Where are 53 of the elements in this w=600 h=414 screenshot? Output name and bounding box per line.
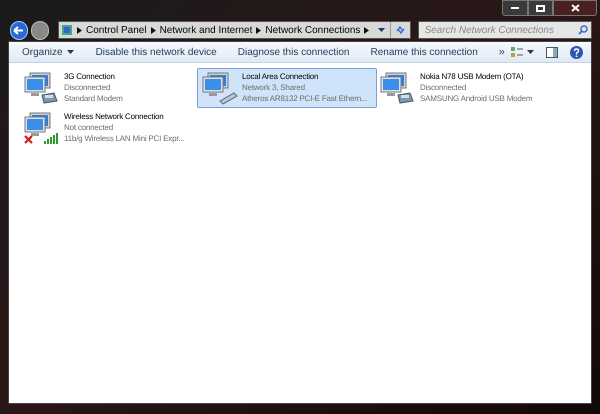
- arrow-icon: [76, 26, 82, 34]
- forward-button[interactable]: [30, 20, 49, 40]
- close-button[interactable]: [553, 0, 597, 16]
- connection-item[interactable]: Local Area Connection Network 3, Shared Atheros AR8132 PCI-E Fast Ethern...: [197, 68, 377, 108]
- connection-status: Disconnected: [420, 82, 468, 93]
- device-name: 11b/g Wireless LAN Mini PCI Expr...: [64, 133, 184, 144]
- close-icon: [570, 4, 580, 12]
- connection-name: Local Area Connection: [242, 71, 320, 82]
- search-icon: [578, 25, 588, 35]
- search-input[interactable]: Search Network Connections: [424, 22, 578, 38]
- back-button[interactable]: [10, 20, 28, 40]
- arrow-icon: [256, 26, 262, 34]
- search-field[interactable]: Search Network Connections: [418, 21, 592, 39]
- connection-status: Disconnected: [64, 82, 112, 93]
- device-name: SAMSUNG Android USB Modem: [420, 93, 532, 104]
- refresh-icon: [395, 25, 406, 35]
- control-panel-icon: [60, 24, 73, 36]
- maximize-icon: [536, 4, 545, 12]
- breadcrumb-item[interactable]: Network and Internet: [160, 22, 252, 38]
- arrow-icon: [364, 26, 370, 34]
- computer-modem-icon: [24, 71, 60, 105]
- arrow-icon: [150, 26, 156, 34]
- computer-modem-icon: [380, 71, 416, 105]
- caret-icon: [66, 50, 74, 54]
- connection-name: Wireless Network Connection: [64, 111, 165, 122]
- computer-signal-bars-icon: [24, 111, 60, 145]
- connection-name: Nokia N78 USB Modem (OTA): [420, 71, 524, 82]
- dropdown-icon: [378, 28, 386, 32]
- more-commands-button[interactable]: »: [498, 44, 505, 60]
- help-icon[interactable]: [570, 46, 583, 58]
- breadcrumb-item[interactable]: Network Connections: [265, 22, 360, 38]
- device-name: Atheros AR8132 PCI-E Fast Ethern...: [242, 93, 368, 104]
- view-options-button[interactable]: [511, 46, 534, 58]
- connection-item[interactable]: 3G Connection Disconnected Standard Modem: [19, 68, 199, 108]
- preview-pane-button[interactable]: [546, 46, 558, 58]
- organize-menu[interactable]: Organize: [22, 44, 74, 60]
- connection-item[interactable]: Nokia N78 USB Modem (OTA) Disconnected SAMSUNG Android USB Modem: [375, 68, 555, 108]
- minimize-button[interactable]: [502, 0, 528, 16]
- computer-network-cable-icon: [202, 71, 238, 105]
- command-button[interactable]: Rename this connection: [370, 44, 478, 60]
- device-name: Standard Modem: [64, 93, 123, 104]
- command-button[interactable]: Diagnose this connection: [238, 44, 350, 60]
- connection-status: Network 3, Shared: [242, 82, 306, 93]
- breadcrumb-item[interactable]: Control Panel: [86, 22, 147, 38]
- connection-status: Not connected: [64, 122, 114, 133]
- back-arrow-icon: [13, 26, 24, 34]
- command-button[interactable]: Disable this network device: [96, 44, 217, 60]
- connection-item[interactable]: Wireless Network Connection Not connected 11b/g Wireless LAN Mini PCI Expr...: [19, 108, 199, 148]
- minimize-icon: [511, 7, 519, 9]
- view-icon: [511, 46, 523, 58]
- caret-icon: [527, 50, 534, 54]
- connection-name: 3G Connection: [64, 71, 116, 82]
- maximize-button[interactable]: [528, 0, 553, 16]
